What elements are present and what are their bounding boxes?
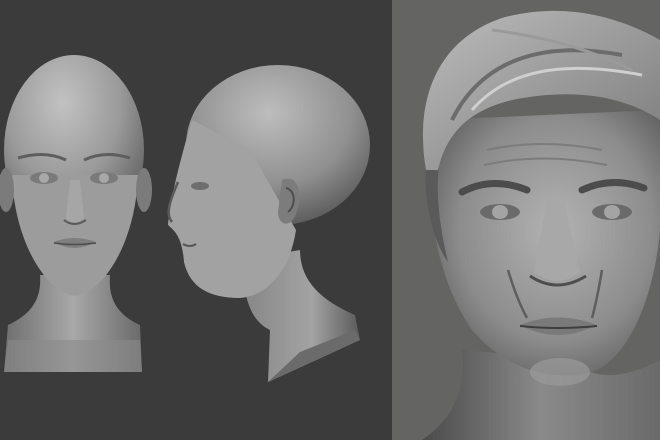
female-head-front — [0, 55, 152, 372]
side-eye — [191, 182, 209, 190]
sculpt-comparison-image — [0, 0, 660, 440]
female-sculpt-panel — [0, 0, 392, 440]
male-sculpt-panel — [392, 0, 660, 440]
male-sculpt-canvas — [392, 0, 660, 440]
female-sculpt-canvas — [0, 0, 392, 440]
